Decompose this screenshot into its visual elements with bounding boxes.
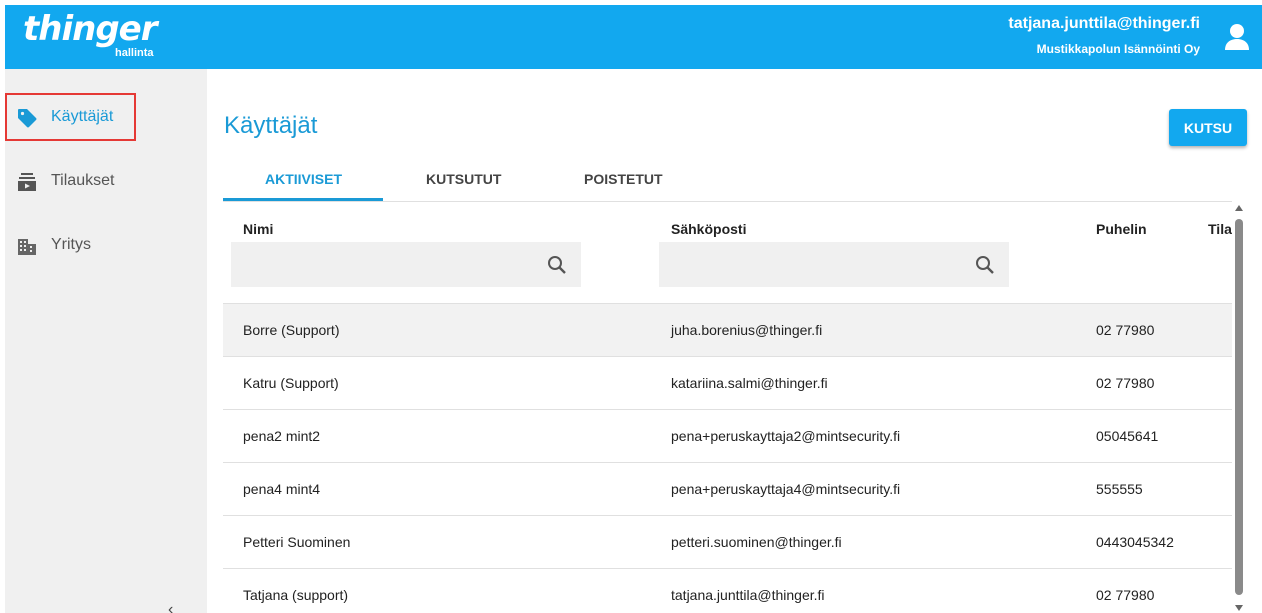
user-organization: Mustikkapolun Isännöinti Oy (1036, 42, 1200, 56)
table-row[interactable]: Katru (Support) katariina.salmi@thinger.… (223, 356, 1232, 409)
table-row[interactable]: Petteri Suominen petteri.suominen@thinge… (223, 515, 1232, 568)
email-filter-field[interactable] (659, 242, 1009, 287)
page-title: Käyttäjät (224, 112, 318, 139)
column-header-name[interactable]: Nimi (243, 221, 273, 237)
cell-name: Katru (Support) (243, 375, 339, 391)
cell-email: katariina.salmi@thinger.fi (671, 375, 828, 391)
user-email: tatjana.junttila@thinger.fi (1008, 15, 1200, 32)
cell-phone: 02 77980 (1096, 322, 1155, 338)
scroll-down-arrow-icon[interactable] (1235, 605, 1243, 611)
name-filter-input[interactable] (231, 242, 581, 287)
table-row[interactable]: pena4 mint4 pena+peruskayttaja4@mintsecu… (223, 462, 1232, 515)
active-tab-indicator (223, 198, 383, 201)
cell-phone: 02 77980 (1096, 587, 1155, 603)
sidebar-item-tilaukset[interactable]: Tilaukset (5, 157, 207, 205)
column-header-phone[interactable]: Puhelin (1096, 221, 1147, 237)
user-account-icon[interactable] (1224, 23, 1250, 51)
table-row[interactable]: Tatjana (support) tatjana.junttila@thing… (223, 568, 1232, 613)
users-table: Nimi Sähköposti Puhelin Tila Borre (Supp… (223, 203, 1232, 613)
top-app-bar: thinger hallinta tatjana.junttila@thinge… (5, 5, 1262, 69)
cell-phone: 02 77980 (1096, 375, 1155, 391)
cell-email: petteri.suominen@thinger.fi (671, 534, 842, 550)
table-scrollbar[interactable] (1234, 205, 1244, 613)
cell-name: Tatjana (support) (243, 587, 349, 603)
cell-phone: 0443045342 (1096, 534, 1174, 550)
building-icon (18, 239, 36, 255)
sidebar-item-yritys[interactable]: Yritys (5, 221, 207, 269)
cell-name: Borre (Support) (243, 322, 340, 338)
active-item-highlight (5, 93, 136, 141)
name-filter-field[interactable] (231, 242, 581, 287)
table-row[interactable]: Borre (Support) juha.borenius@thinger.fi… (223, 303, 1232, 356)
logo-subtitle: hallinta (115, 47, 154, 59)
users-card: Käyttäjät KUTSU AKTIIVISET KUTSUTUT POIS… (207, 85, 1262, 613)
tab-poistetut[interactable]: POISTETUT (584, 171, 663, 187)
cell-email: pena+peruskayttaja4@mintsecurity.fi (671, 481, 901, 497)
column-header-status[interactable]: Tila (1208, 221, 1232, 237)
cell-name: pena2 mint2 (243, 428, 321, 444)
column-header-email[interactable]: Sähköposti (671, 221, 746, 237)
cell-phone: 05045641 (1096, 428, 1159, 444)
logo-text: thinger (23, 9, 157, 49)
table-row[interactable]: pena2 mint2 pena+peruskayttaja2@mintsecu… (223, 409, 1232, 462)
collapse-sidebar-chevron-icon[interactable]: ‹ (168, 601, 173, 613)
tab-aktiiviset[interactable]: AKTIIVISET (265, 171, 342, 187)
scroll-thumb[interactable] (1235, 219, 1243, 595)
tab-kutsutut[interactable]: KUTSUTUT (426, 171, 501, 187)
search-icon[interactable] (546, 254, 568, 276)
cell-name: Petteri Suominen (243, 534, 351, 550)
search-icon[interactable] (974, 254, 996, 276)
subscriptions-icon (18, 173, 36, 191)
cell-phone: 555555 (1096, 481, 1143, 497)
invite-button[interactable]: KUTSU (1169, 109, 1247, 146)
cell-email: juha.borenius@thinger.fi (671, 322, 823, 338)
scroll-up-arrow-icon[interactable] (1235, 205, 1243, 211)
sidebar: Käyttäjät Tilaukset Yritys ‹ (5, 69, 207, 613)
cell-name: pena4 mint4 (243, 481, 321, 497)
email-filter-input[interactable] (659, 242, 1009, 287)
cell-email: pena+peruskayttaja2@mintsecurity.fi (671, 428, 901, 444)
sidebar-item-label: Tilaukset (51, 172, 115, 189)
sidebar-item-label: Yritys (51, 236, 91, 253)
tab-bar: AKTIIVISET KUTSUTUT POISTETUT (223, 160, 1232, 202)
thinger-logo[interactable]: thinger hallinta (23, 9, 157, 59)
cell-email: tatjana.junttila@thinger.fi (671, 587, 825, 603)
